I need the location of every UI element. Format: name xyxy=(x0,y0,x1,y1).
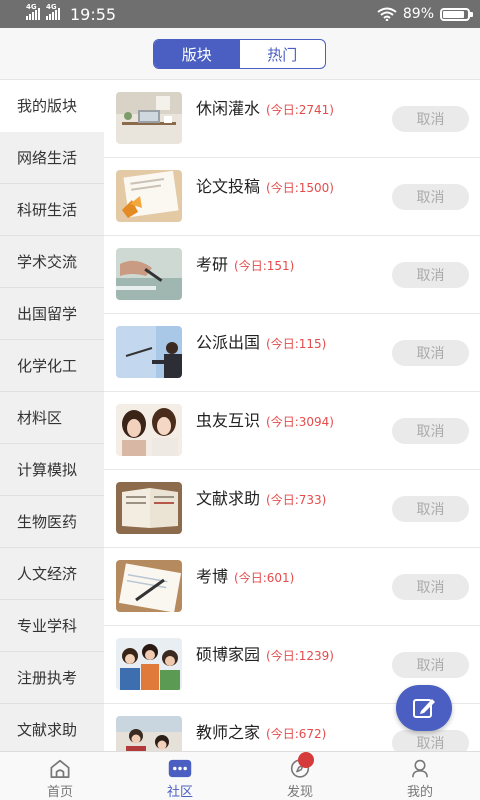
forum-row[interactable]: 公派出国 (今日:115) 取消 xyxy=(104,314,480,392)
forum-today-count: (今日:1239) xyxy=(266,649,334,663)
forum-name: 考研 xyxy=(196,255,229,274)
status-bar: 4G 4G 19:55 89% xyxy=(0,0,480,28)
forum-today-count: (今日:601) xyxy=(234,571,295,585)
forum-thumbnail xyxy=(116,560,182,612)
forum-title: 考博 (今日:601) xyxy=(196,563,294,587)
status-right: 89% xyxy=(377,6,473,22)
top-header: 版块 热门 xyxy=(0,28,480,80)
nav-home-label: 首页 xyxy=(46,785,73,800)
nav-community[interactable]: 社区 xyxy=(120,752,240,800)
sidebar-item-biomedicine[interactable]: 生物医药 xyxy=(0,496,104,548)
forum-title: 教师之家 (今日:672) xyxy=(196,719,326,743)
forum-name: 文献求助 xyxy=(196,489,261,508)
network-type-1: 4G xyxy=(26,3,37,11)
tab-sections[interactable]: 版块 xyxy=(154,40,240,68)
forum-title: 虫友互识 (今日:3094) xyxy=(196,407,334,431)
battery-icon xyxy=(440,7,473,21)
signal-icon: 4G xyxy=(26,3,40,20)
nav-discover-label: 发现 xyxy=(286,785,313,800)
forum-today-count: (今日:2741) xyxy=(266,103,334,117)
status-left: 4G 4G 19:55 xyxy=(26,3,117,24)
nav-profile[interactable]: 我的 xyxy=(360,752,480,800)
forum-today-count: (今日:733) xyxy=(266,493,327,507)
sidebar-item-study-abroad[interactable]: 出国留学 xyxy=(0,288,104,340)
forum-thumbnail xyxy=(116,482,182,534)
cancel-button[interactable]: 取消 xyxy=(392,184,469,210)
forum-today-count: (今日:3094) xyxy=(266,415,334,429)
category-sidebar: 我的版块 网络生活 科研生活 学术交流 出国留学 化学化工 材料区 计算模拟 生… xyxy=(0,80,104,751)
new-post-button[interactable] xyxy=(396,685,452,731)
forum-title: 文献求助 (今日:733) xyxy=(196,485,326,509)
forum-row[interactable]: 文献求助 (今日:733) 取消 xyxy=(104,470,480,548)
nav-profile-label: 我的 xyxy=(406,785,433,800)
home-icon xyxy=(50,759,70,778)
forum-title: 硕博家园 (今日:1239) xyxy=(196,641,334,665)
forum-today-count: (今日:672) xyxy=(266,727,327,741)
forum-today-count: (今日:1500) xyxy=(266,181,334,195)
forum-title: 论文投稿 (今日:1500) xyxy=(196,173,334,197)
segment-control: 版块 热门 xyxy=(153,39,326,69)
sidebar-item-disciplines[interactable]: 专业学科 xyxy=(0,600,104,652)
battery-percent: 89% xyxy=(402,6,434,22)
wifi-icon xyxy=(377,7,397,21)
sidebar-item-network-life[interactable]: 网络生活 xyxy=(0,132,104,184)
tab-hot[interactable]: 热门 xyxy=(240,40,326,68)
forum-thumbnail xyxy=(116,716,182,751)
user-icon xyxy=(412,759,428,778)
sidebar-item-literature[interactable]: 文献求助 xyxy=(0,704,104,751)
forum-thumbnail xyxy=(116,404,182,456)
status-time: 19:55 xyxy=(70,4,117,24)
sidebar-item-humanities[interactable]: 人文经济 xyxy=(0,548,104,600)
forum-title: 考研 (今日:151) xyxy=(196,251,294,275)
nav-home[interactable]: 首页 xyxy=(0,752,120,800)
forum-title: 休闲灌水 (今日:2741) xyxy=(196,95,334,119)
cancel-button[interactable]: 取消 xyxy=(392,496,469,522)
forum-thumbnail xyxy=(116,638,182,690)
community-icon xyxy=(168,759,192,778)
forum-title: 公派出国 (今日:115) xyxy=(196,329,326,353)
cancel-button[interactable]: 取消 xyxy=(392,652,469,678)
cancel-button[interactable]: 取消 xyxy=(392,340,469,366)
forum-name: 教师之家 xyxy=(196,723,261,742)
sidebar-item-academic[interactable]: 学术交流 xyxy=(0,236,104,288)
forum-name: 休闲灌水 xyxy=(196,99,261,118)
forum-name: 公派出国 xyxy=(196,333,261,352)
forum-today-count: (今日:151) xyxy=(234,259,295,273)
sidebar-item-simulation[interactable]: 计算模拟 xyxy=(0,444,104,496)
sidebar-item-materials[interactable]: 材料区 xyxy=(0,392,104,444)
edit-icon xyxy=(413,699,435,718)
network-type-2: 4G xyxy=(46,3,57,11)
forum-row[interactable]: 考研 (今日:151) 取消 xyxy=(104,236,480,314)
forum-row[interactable]: 考博 (今日:601) 取消 xyxy=(104,548,480,626)
forum-row[interactable]: 休闲灌水 (今日:2741) 取消 xyxy=(104,80,480,158)
cancel-button[interactable]: 取消 xyxy=(392,106,469,132)
cancel-button[interactable]: 取消 xyxy=(392,418,469,444)
notification-dot xyxy=(298,752,314,768)
sidebar-item-my-sections[interactable]: 我的版块 xyxy=(0,80,104,132)
cancel-button[interactable]: 取消 xyxy=(392,574,469,600)
forum-thumbnail xyxy=(116,248,182,300)
forum-name: 硕博家园 xyxy=(196,645,261,664)
nav-community-label: 社区 xyxy=(166,785,193,800)
forum-thumbnail xyxy=(116,326,182,378)
sidebar-item-research-life[interactable]: 科研生活 xyxy=(0,184,104,236)
forum-list: 休闲灌水 (今日:2741) 取消 论文投稿 (今日:1500) 取消 考研 (… xyxy=(104,80,480,751)
forum-row[interactable]: 虫友互识 (今日:3094) 取消 xyxy=(104,392,480,470)
forum-row[interactable]: 论文投稿 (今日:1500) 取消 xyxy=(104,158,480,236)
forum-name: 考博 xyxy=(196,567,229,586)
nav-discover[interactable]: 发现 xyxy=(240,752,360,800)
forum-thumbnail xyxy=(116,92,182,144)
sidebar-item-chemistry[interactable]: 化学化工 xyxy=(0,340,104,392)
forum-name: 论文投稿 xyxy=(196,177,261,196)
cancel-button[interactable]: 取消 xyxy=(392,262,469,288)
forum-today-count: (今日:115) xyxy=(266,337,327,351)
bottom-nav: 首页 社区 发现 我的 xyxy=(0,751,480,800)
cancel-button[interactable]: 取消 xyxy=(392,730,469,751)
signal-icon-2: 4G xyxy=(46,3,60,20)
sidebar-item-certification[interactable]: 注册执考 xyxy=(0,652,104,704)
forum-thumbnail xyxy=(116,170,182,222)
forum-name: 虫友互识 xyxy=(196,411,261,430)
